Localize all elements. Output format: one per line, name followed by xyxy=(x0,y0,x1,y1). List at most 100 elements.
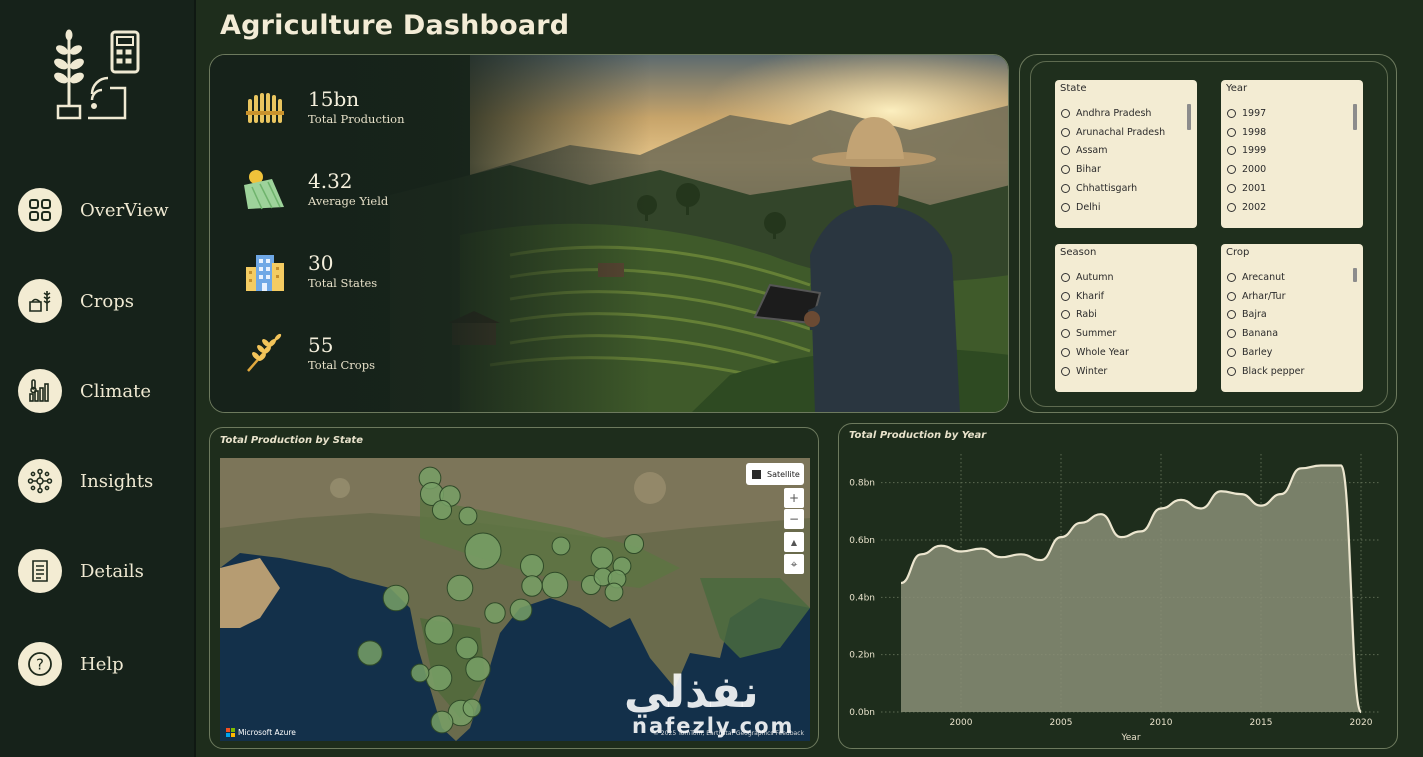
slicer-title: Year xyxy=(1226,83,1248,94)
nav-details[interactable]: Details xyxy=(18,549,144,593)
state-bubble[interactable] xyxy=(484,602,506,624)
radio-icon xyxy=(1227,272,1236,282)
wheat-bundle-icon xyxy=(246,93,284,123)
slicer-option[interactable]: 1999 xyxy=(1227,142,1363,161)
slicer-option[interactable]: Summer xyxy=(1061,324,1197,343)
radio-icon xyxy=(1061,329,1070,339)
y-tick-label: 0.4bn xyxy=(849,593,875,603)
slicer-option[interactable]: Chhattisgarh xyxy=(1061,179,1197,198)
crop-slicer[interactable]: Crop Arecanut Arhar/Tur Bajra Banana Bar… xyxy=(1221,244,1363,392)
x-tick-label: 2010 xyxy=(1150,718,1173,728)
nav-label-help: Help xyxy=(80,653,124,675)
slicer-option[interactable]: Banana xyxy=(1227,324,1363,343)
state-bubble[interactable] xyxy=(551,536,571,556)
state-bubble[interactable] xyxy=(357,640,383,666)
state-bubble[interactable] xyxy=(465,656,491,682)
radio-icon xyxy=(1061,348,1070,358)
insights-icon xyxy=(18,459,62,503)
state-bubble[interactable] xyxy=(604,582,624,602)
kpi-average-yield: 4.32 Average Yield xyxy=(242,167,388,211)
kpi-value: 15bn xyxy=(308,87,360,111)
state-slicer[interactable]: State Andhra Pradesh Arunachal Pradesh A… xyxy=(1055,80,1197,228)
slicer-scrollbar[interactable] xyxy=(1187,104,1191,130)
map-style-icon xyxy=(752,469,761,479)
x-axis-label: Year xyxy=(1120,733,1140,743)
x-tick-label: 2000 xyxy=(950,718,973,728)
slicer-list: Andhra Pradesh Arunachal Pradesh Assam B… xyxy=(1055,100,1197,217)
state-bubble[interactable] xyxy=(424,615,454,645)
slicer-option[interactable]: 2002 xyxy=(1227,198,1363,217)
filters-panel: State Andhra Pradesh Arunachal Pradesh A… xyxy=(1019,54,1397,413)
season-slicer[interactable]: Season Autumn Kharif Rabi Summer Whole Y… xyxy=(1055,244,1197,392)
x-tick-label: 2020 xyxy=(1350,718,1373,728)
state-bubble[interactable] xyxy=(520,554,544,578)
compass-button[interactable]: ⌖ xyxy=(784,554,804,574)
satellite-toggle-button[interactable]: Satellite xyxy=(746,463,804,485)
slicer-scrollbar[interactable] xyxy=(1353,268,1357,282)
nav-help[interactable]: ? Help xyxy=(18,642,124,686)
slicer-scrollbar[interactable] xyxy=(1353,104,1357,130)
agriculture-iot-logo-icon xyxy=(54,29,140,120)
slicer-option[interactable]: Arecanut xyxy=(1227,268,1363,287)
slicer-option[interactable]: 2000 xyxy=(1227,160,1363,179)
slicer-option[interactable]: Rabi xyxy=(1061,306,1197,325)
slicer-option[interactable]: 2001 xyxy=(1227,179,1363,198)
radio-icon xyxy=(1227,108,1236,118)
radio-icon xyxy=(1061,146,1070,156)
kpi-total-production: 15bn Total Production xyxy=(242,85,405,129)
nav-label-climate: Climate xyxy=(80,380,151,402)
nav-climate[interactable]: Climate xyxy=(18,369,151,413)
slicer-option[interactable]: Assam xyxy=(1061,142,1197,161)
wheat-ear-icon xyxy=(247,333,282,372)
nav-crops[interactable]: Crops xyxy=(18,279,134,323)
slicer-option[interactable]: Delhi xyxy=(1061,198,1197,217)
state-bubble[interactable] xyxy=(458,506,478,526)
slicer-option[interactable]: Kharif xyxy=(1061,287,1197,306)
state-bubble[interactable] xyxy=(623,533,645,555)
svg-text:?: ? xyxy=(36,656,44,674)
slicer-option[interactable]: Winter xyxy=(1061,362,1197,381)
slicer-title: Season xyxy=(1060,247,1097,258)
tilt-button[interactable]: ▲ xyxy=(784,532,804,552)
year-slicer[interactable]: Year 1997 1998 1999 2000 2001 2002 xyxy=(1221,80,1363,228)
x-tick-label: 2015 xyxy=(1250,718,1273,728)
production-by-year-card: Total Production by Year 0.0bn 0.2bn 0.4bn… xyxy=(838,423,1398,749)
slicer-option[interactable]: Whole Year xyxy=(1061,343,1197,362)
y-tick-label: 0.0bn xyxy=(849,708,875,718)
slicer-option[interactable]: Autumn xyxy=(1061,268,1197,287)
state-bubble[interactable] xyxy=(430,710,454,734)
state-bubble[interactable] xyxy=(541,571,569,599)
state-bubble[interactable] xyxy=(521,575,543,597)
state-bubble[interactable] xyxy=(509,598,533,622)
state-bubble[interactable] xyxy=(431,499,453,521)
slicer-option[interactable]: Andhra Pradesh xyxy=(1061,104,1197,123)
slicer-option[interactable]: Bajra xyxy=(1227,306,1363,325)
kpi-label: Total States xyxy=(308,276,378,290)
watermark: نفذلي nafezly.com xyxy=(624,670,794,737)
state-bubble[interactable] xyxy=(462,698,482,718)
slicer-option[interactable]: Black pepper xyxy=(1227,362,1363,381)
slicer-option[interactable]: Bihar xyxy=(1061,160,1197,179)
slicer-option[interactable]: 1997 xyxy=(1227,104,1363,123)
nav-insights[interactable]: Insights xyxy=(18,459,153,503)
production-area-chart: 0.0bn 0.2bn 0.4bn 0.6bn 0.8bn 2000 2005 2010 201… xyxy=(849,454,1381,743)
radio-icon xyxy=(1227,184,1236,194)
y-tick-label: 0.2bn xyxy=(849,651,875,661)
slicer-option[interactable]: Barley xyxy=(1227,343,1363,362)
radio-icon xyxy=(1227,146,1236,156)
slicer-option[interactable]: Arunachal Pradesh xyxy=(1061,123,1197,142)
state-bubble[interactable] xyxy=(446,574,474,602)
zoom-in-button[interactable]: + xyxy=(784,488,804,508)
radio-icon xyxy=(1061,184,1070,194)
state-bubble[interactable] xyxy=(382,584,410,612)
state-bubble[interactable] xyxy=(455,636,479,660)
slicer-option[interactable]: 1998 xyxy=(1227,123,1363,142)
state-bubble[interactable] xyxy=(590,546,614,570)
state-bubble[interactable] xyxy=(410,663,430,683)
slicer-option[interactable]: Arhar/Tur xyxy=(1227,287,1363,306)
state-bubble[interactable] xyxy=(464,532,502,570)
nav-overview[interactable]: OverView xyxy=(18,188,169,232)
state-bubble[interactable] xyxy=(425,664,453,692)
microsoft-azure-logo: Microsoft Azure xyxy=(226,728,296,737)
zoom-out-button[interactable]: − xyxy=(784,509,804,529)
